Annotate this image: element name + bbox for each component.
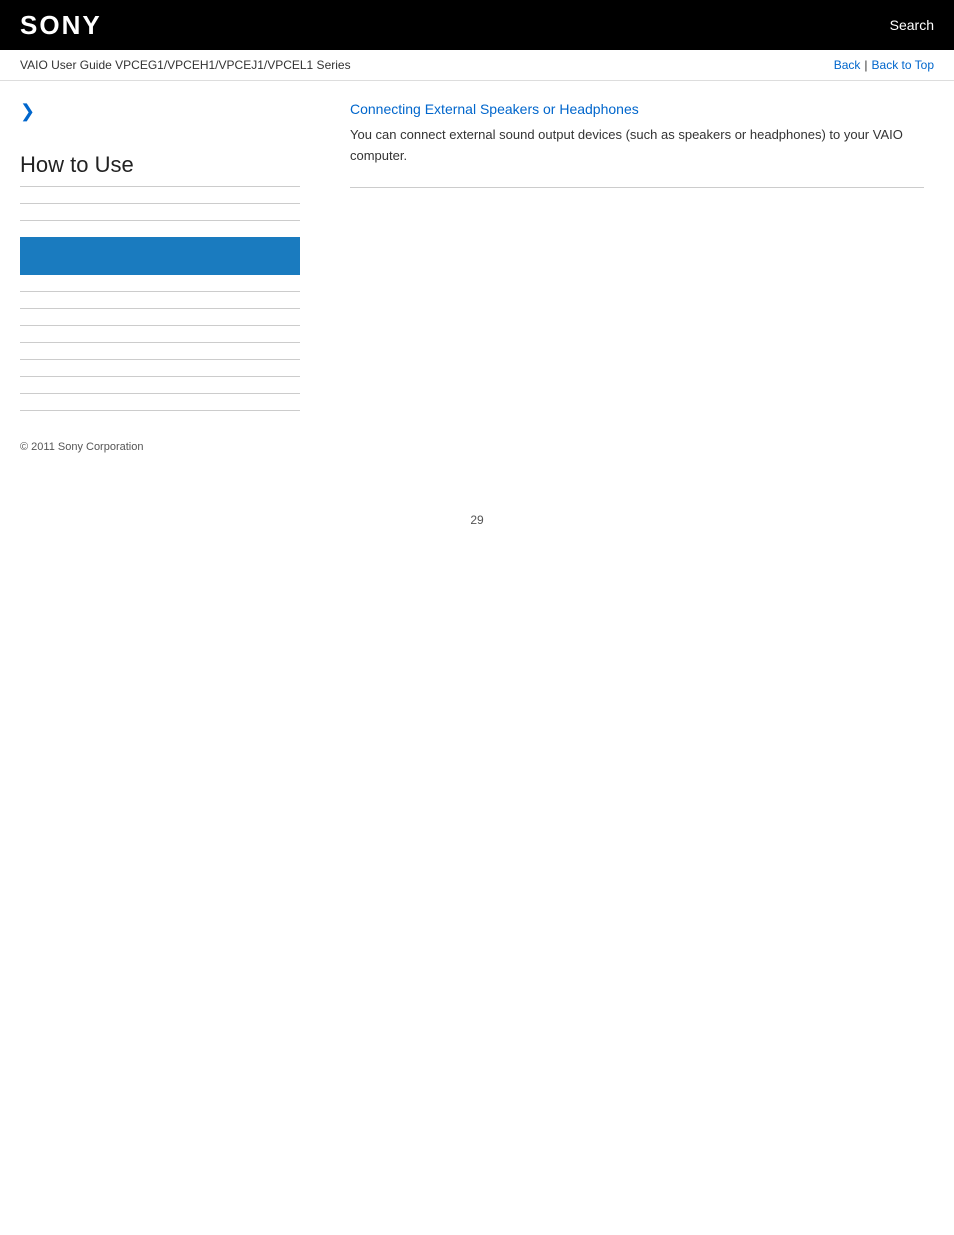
sony-logo: SONY (20, 10, 102, 41)
sidebar-arrow-icon[interactable]: ❯ (20, 101, 300, 122)
content-description: You can connect external sound output de… (350, 125, 924, 167)
breadcrumb-bar: VAIO User Guide VPCEG1/VPCEH1/VPCEJ1/VPC… (0, 50, 954, 81)
search-button[interactable]: Search (890, 17, 934, 33)
sidebar-divider-3 (20, 291, 300, 292)
sidebar-divider-4 (20, 308, 300, 309)
sidebar-divider-9 (20, 393, 300, 394)
page-number: 29 (470, 513, 483, 527)
sidebar-divider-10 (20, 410, 300, 411)
sidebar-divider-2 (20, 220, 300, 221)
sidebar-divider-1 (20, 203, 300, 204)
breadcrumb: VAIO User Guide VPCEG1/VPCEH1/VPCEJ1/VPC… (20, 58, 351, 72)
page-footer: 29 (0, 513, 954, 527)
sidebar: ❯ How to Use © 2011 Sony Corporation (0, 81, 320, 473)
nav-separator: | (864, 58, 867, 72)
nav-links: Back | Back to Top (834, 58, 934, 72)
sidebar-divider-7 (20, 359, 300, 360)
sidebar-divider-5 (20, 325, 300, 326)
back-to-top-link[interactable]: Back to Top (872, 58, 934, 72)
content-section: Connecting External Speakers or Headphon… (350, 101, 924, 188)
content-link[interactable]: Connecting External Speakers or Headphon… (350, 101, 924, 117)
sidebar-divider-8 (20, 376, 300, 377)
main-container: ❯ How to Use © 2011 Sony Corporation Con… (0, 81, 954, 473)
sidebar-divider-6 (20, 342, 300, 343)
copyright-text: © 2011 Sony Corporation (20, 441, 300, 453)
sidebar-highlight-item[interactable] (20, 237, 300, 275)
sidebar-section-title: How to Use (20, 152, 300, 187)
header: SONY Search (0, 0, 954, 50)
content-area: Connecting External Speakers or Headphon… (320, 81, 954, 473)
back-link[interactable]: Back (834, 58, 861, 72)
